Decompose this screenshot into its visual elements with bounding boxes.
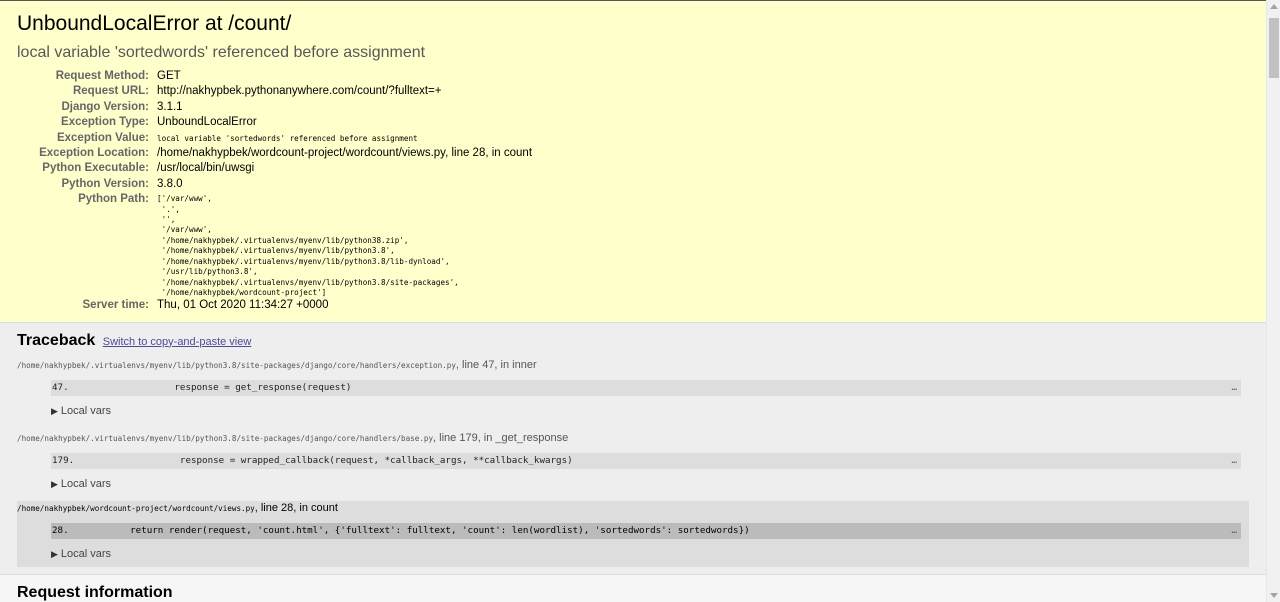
frame-path: /home/nakhypbek/wordcount-project/wordco…: [17, 501, 1249, 516]
meta-value: /home/nakhypbek/wordcount-project/wordco…: [157, 147, 533, 160]
meta-row-request-url: Request URL: http://nakhypbek.pythonanyw…: [17, 84, 532, 99]
meta-label: Python Executable:: [42, 162, 149, 175]
meta-label: Django Version:: [61, 100, 149, 113]
scroll-up-arrow-icon[interactable]: [1270, 4, 1278, 9]
local-vars-label: Local vars: [60, 404, 112, 417]
frame-path: /home/nakhypbek/.virtualenvs/myenv/lib/p…: [17, 358, 1249, 373]
context-line[interactable]: 179. response = wrapped_callback(request…: [51, 452, 1241, 469]
traceback-header: Traceback Switch to copy-and-paste view: [17, 332, 1249, 350]
context-line[interactable]: 47. response = get_response(request) …: [51, 379, 1241, 396]
local-vars-toggle[interactable]: ▶ Local vars: [51, 404, 1249, 418]
meta-row-django-version: Django Version: 3.1.1: [17, 100, 532, 115]
frame-filename: /home/nakhypbek/.virtualenvs/myenv/lib/p…: [17, 360, 456, 370]
traceback-section: Traceback Switch to copy-and-paste view …: [0, 322, 1266, 567]
meta-row-exception-value: Exception Value: local variable 'sortedw…: [17, 131, 532, 146]
meta-row-python-version: Python Version: 3.8.0: [17, 177, 532, 192]
triangle-right-icon: ▶: [51, 405, 58, 416]
python-path-value: ['/var/www', '.', '', '/var/www', '/home…: [157, 194, 459, 297]
summary-section: UnboundLocalError at /count/ local varia…: [0, 1, 1266, 323]
frame-filename: /home/nakhypbek/wordcount-project/wordco…: [17, 503, 255, 513]
meta-label: Python Path:: [78, 193, 149, 206]
local-vars-toggle[interactable]: ▶ Local vars: [51, 547, 1249, 561]
meta-value: /usr/local/bin/uwsgi: [157, 162, 255, 175]
meta-value: http://nakhypbek.pythonanywhere.com/coun…: [157, 85, 442, 98]
scrollbar-thumb[interactable]: [1269, 18, 1279, 78]
triangle-right-icon: ▶: [51, 548, 58, 559]
local-vars-label: Local vars: [60, 547, 112, 560]
copy-paste-toggle-link[interactable]: Switch to copy-and-paste view: [103, 336, 252, 348]
meta-label: Python Version:: [61, 177, 149, 190]
meta-value: 3.8.0: [157, 177, 183, 190]
meta-row-server-time: Server time: Thu, 01 Oct 2020 11:34:27 +…: [17, 298, 532, 313]
debug-page: UnboundLocalError at /count/ local varia…: [0, 0, 1266, 602]
traceback-frame: /home/nakhypbek/.virtualenvs/myenv/lib/p…: [17, 358, 1249, 418]
local-vars-toggle[interactable]: ▶ Local vars: [51, 477, 1249, 491]
code-text: response = wrapped_callback(request, *ca…: [108, 454, 573, 466]
meta-label: Server time:: [82, 299, 149, 312]
meta-table: Request Method: GET Request URL: http://…: [17, 69, 532, 314]
line-number: 47.: [52, 381, 69, 393]
traceback-frame-user: /home/nakhypbek/wordcount-project/wordco…: [17, 500, 1249, 567]
meta-label: Exception Location:: [39, 147, 149, 160]
meta-value: local variable 'sortedwords' referenced …: [157, 133, 418, 143]
context-line[interactable]: 28. return render(request, 'count.html',…: [51, 522, 1241, 539]
request-info-section: Request information: [0, 573, 1266, 602]
meta-row-exception-location: Exception Location: /home/nakhypbek/word…: [17, 146, 532, 161]
error-subtitle: local variable 'sortedwords' referenced …: [17, 44, 426, 61]
request-info-title: Request information: [17, 583, 173, 601]
frame-location: , line 47, in inner: [455, 358, 537, 371]
frame-path: /home/nakhypbek/.virtualenvs/myenv/lib/p…: [17, 431, 1249, 446]
expand-ellipsis[interactable]: …: [1231, 523, 1237, 539]
traceback-title: Traceback: [17, 331, 96, 349]
error-title: UnboundLocalError at /count/: [17, 12, 292, 35]
expand-ellipsis[interactable]: …: [1231, 380, 1237, 396]
local-vars-label: Local vars: [60, 477, 112, 490]
meta-row-python-executable: Python Executable: /usr/local/bin/uwsgi: [17, 161, 532, 176]
expand-ellipsis[interactable]: …: [1231, 453, 1237, 469]
meta-value: 3.1.1: [157, 100, 183, 113]
meta-row-python-path: Python Path: ['/var/www', '.', '', '/var…: [17, 192, 532, 298]
line-number: 28.: [52, 524, 69, 536]
meta-value: GET: [157, 70, 181, 82]
frame-location: , line 179, in _get_response: [433, 431, 569, 444]
meta-label: Exception Value:: [56, 131, 149, 144]
meta-value: UnboundLocalError: [157, 116, 257, 129]
frame-filename: /home/nakhypbek/.virtualenvs/myenv/lib/p…: [17, 433, 434, 443]
meta-value: Thu, 01 Oct 2020 11:34:27 +0000: [157, 299, 329, 312]
code-text: response = get_response(request): [108, 381, 352, 393]
code-text: return render(request, 'count.html', {'f…: [108, 524, 750, 536]
scroll-down-arrow-icon[interactable]: [1270, 593, 1278, 598]
vertical-scrollbar[interactable]: [1266, 0, 1280, 602]
meta-row-exception-type: Exception Type: UnboundLocalError: [17, 115, 532, 130]
meta-label: Request URL:: [72, 85, 149, 98]
frame-location: , line 28, in count: [254, 501, 338, 514]
triangle-right-icon: ▶: [51, 478, 58, 489]
meta-label: Request Method:: [55, 70, 149, 82]
traceback-frame: /home/nakhypbek/.virtualenvs/myenv/lib/p…: [17, 431, 1249, 491]
meta-row-request-method: Request Method: GET: [17, 69, 532, 84]
line-number: 179.: [52, 454, 75, 466]
meta-label: Exception Type:: [61, 116, 149, 129]
